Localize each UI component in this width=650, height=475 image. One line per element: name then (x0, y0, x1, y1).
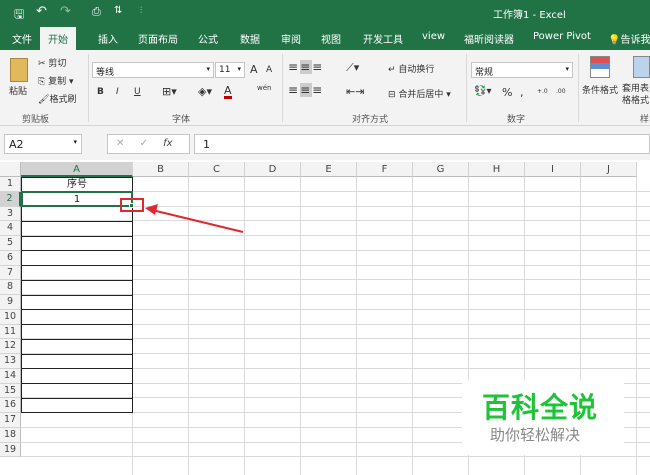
watermark-subtitle: 助你轻松解决 (490, 426, 581, 444)
watermark: 百科全说 助你轻松解决 (462, 380, 624, 455)
watermark-title: 百科全说 (482, 391, 599, 424)
